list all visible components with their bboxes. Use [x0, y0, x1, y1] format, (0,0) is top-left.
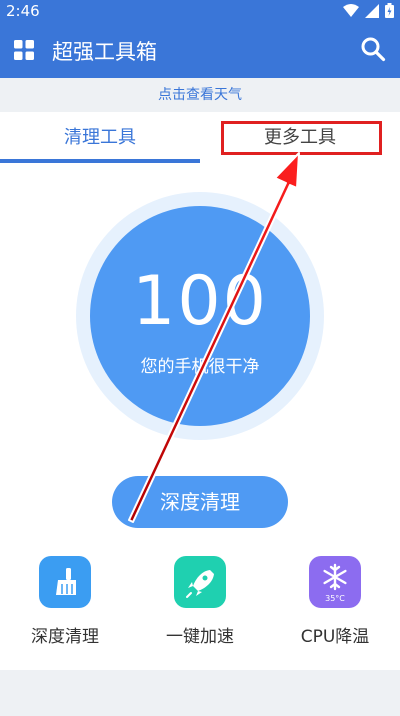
app-bar: 超强工具箱 [0, 22, 400, 78]
score-caption: 您的手机很干净 [140, 357, 260, 377]
tool-cpu-cooling-label: CPU降温 [300, 627, 370, 647]
weather-link[interactable]: 点击查看天气 [0, 78, 400, 112]
rocket-icon-box [174, 556, 226, 608]
status-time: 2:46 [6, 2, 40, 20]
rocket-icon [186, 570, 214, 598]
active-tab-indicator [0, 159, 200, 163]
snowflake-icon-box: 35°C [309, 556, 361, 608]
status-bar: 2:46 [0, 0, 400, 22]
wifi-icon [343, 3, 359, 17]
tool-cpu-cooling[interactable]: 35°C CPU降温 [275, 556, 395, 647]
signal-icon [365, 3, 379, 18]
broom-icon-box [39, 556, 91, 608]
cpu-temp-badge: 35°C [325, 594, 345, 603]
battery-icon [385, 3, 394, 18]
search-icon[interactable] [360, 36, 386, 62]
app-title: 超强工具箱 [52, 40, 157, 64]
tab-cleaning-tools[interactable]: 清理工具 [0, 112, 200, 164]
deep-clean-button[interactable]: 深度清理 [112, 476, 288, 528]
tool-speed-up[interactable]: 一键加速 [140, 556, 260, 647]
tool-speed-up-label: 一键加速 [166, 627, 234, 647]
grid-menu-icon[interactable] [14, 40, 34, 60]
tool-deep-clean[interactable]: 深度清理 [5, 556, 125, 647]
status-icons [343, 3, 394, 18]
bottom-strip [0, 670, 400, 716]
annotation-highlight-box [221, 121, 382, 155]
score-value: 100 [132, 262, 268, 341]
tool-deep-clean-label: 深度清理 [31, 627, 99, 647]
broom-icon [56, 568, 76, 595]
